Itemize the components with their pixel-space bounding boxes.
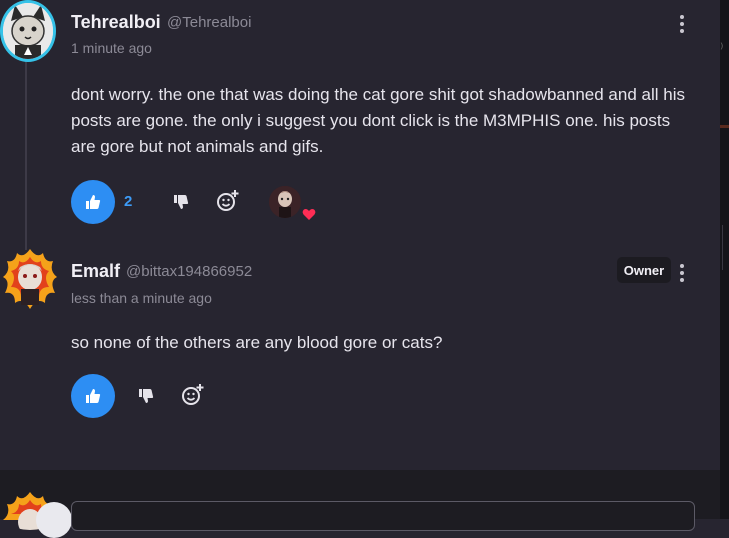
comment-text: so none of the others are any blood gore…: [71, 333, 443, 352]
comment-avatar[interactable]: [0, 247, 61, 313]
comment-menu-button[interactable]: [680, 264, 686, 284]
reactor-avatar-icon: [269, 186, 301, 218]
thread-line: [25, 60, 27, 250]
reactor-avatar[interactable]: [269, 186, 301, 218]
thumbs-down-icon: [139, 389, 154, 403]
comment-timestamp: less than a minute ago: [71, 290, 212, 306]
comment-author[interactable]: Tehrealboi: [71, 12, 161, 33]
comment-avatar[interactable]: [0, 0, 56, 62]
comment-timestamp: 1 minute ago: [71, 40, 152, 56]
comment-menu-button[interactable]: [680, 15, 686, 35]
like-button[interactable]: [71, 374, 115, 418]
gutter-fragment-icon: ⁾: [720, 40, 724, 56]
comment-author[interactable]: Emalf: [71, 261, 120, 282]
page-scroll-gutter: ⁾: [720, 0, 729, 519]
heart-icon: [302, 209, 316, 220]
add-reaction-button[interactable]: [181, 383, 205, 407]
owner-badge: Owner: [617, 257, 671, 283]
thumbs-up-icon: [86, 389, 101, 403]
comment-text: dont worry. the one that was doing the c…: [71, 85, 685, 156]
gutter-divider: [722, 225, 729, 270]
avatar-cat-icon: [3, 3, 53, 59]
like-button[interactable]: [71, 180, 115, 224]
gutter-divider: [720, 125, 729, 128]
thumbs-up-icon: [86, 195, 101, 209]
add-emoji-icon: [217, 190, 239, 211]
thumbs-down-icon: [174, 195, 189, 209]
reply-input[interactable]: [71, 501, 695, 531]
comment-handle[interactable]: @bittax194866952: [126, 263, 252, 280]
add-reaction-button[interactable]: [216, 189, 240, 213]
comment-handle[interactable]: @Tehrealboi: [167, 14, 251, 31]
add-emoji-icon: [182, 384, 204, 405]
reply-attach-button[interactable]: [36, 502, 72, 538]
dislike-button[interactable]: [134, 384, 158, 408]
avatar-fire-icon: [3, 249, 57, 309]
like-count: 2: [124, 193, 133, 210]
dislike-button[interactable]: [169, 190, 193, 214]
